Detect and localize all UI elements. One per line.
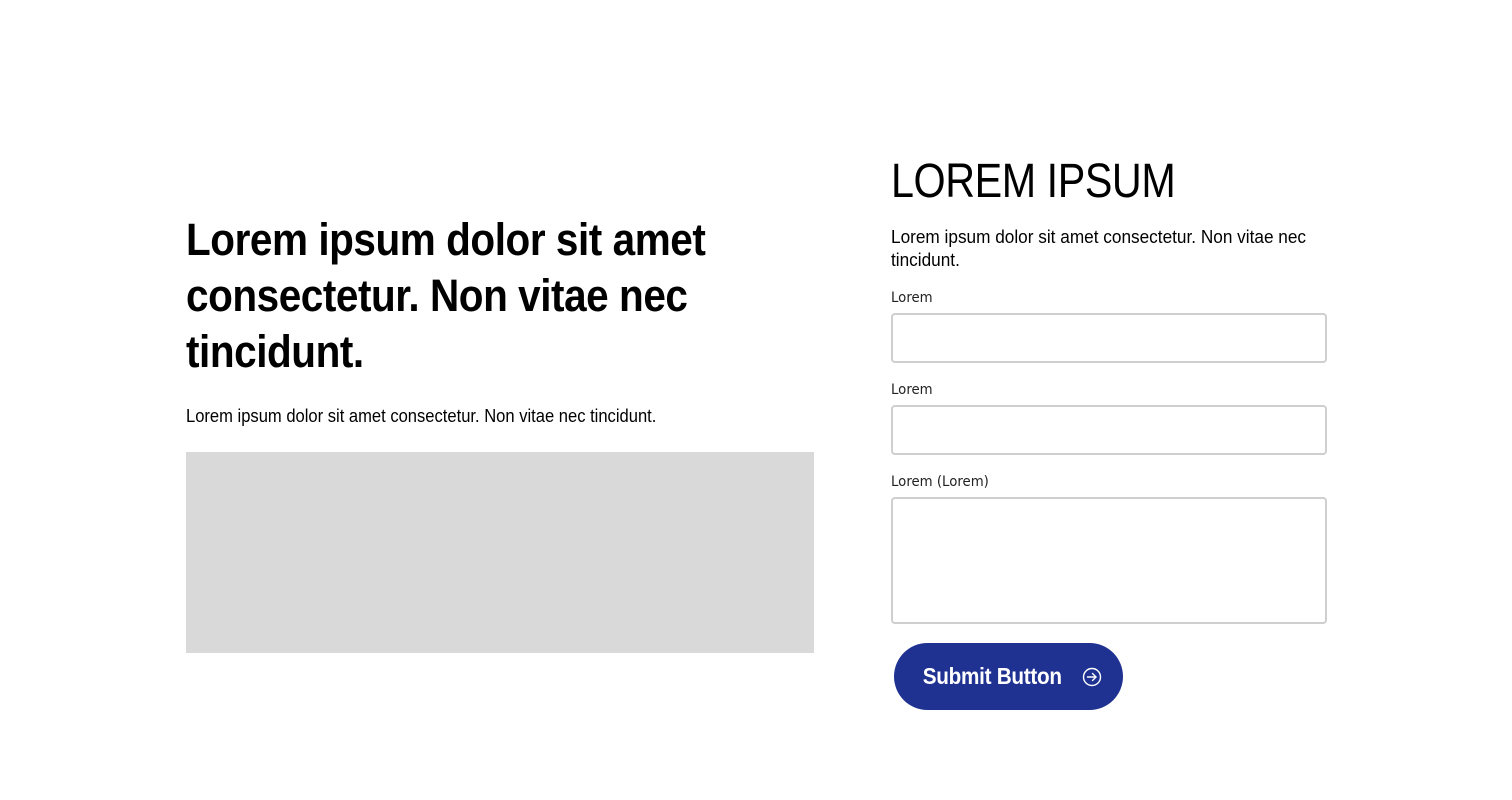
textarea-input[interactable] (891, 497, 1327, 624)
hero-text: Lorem ipsum dolor sit amet consectetur. … (186, 406, 657, 426)
text-input-2[interactable] (891, 405, 1327, 455)
submit-button-label: Submit Button (922, 663, 1063, 689)
field-label-1: Lorem (891, 290, 933, 306)
text-input-1[interactable] (891, 313, 1327, 363)
field-label-2: Lorem (891, 382, 933, 398)
image-placeholder (186, 452, 814, 653)
form-title: LOREM IPSUM (891, 155, 1176, 208)
submit-button[interactable]: Submit Button (894, 643, 1123, 710)
arrow-right-circle-icon (1082, 667, 1102, 687)
hero-heading: Lorem ipsum dolor sit amet consectetur. … (186, 214, 706, 377)
form-description: Lorem ipsum dolor sit amet consectetur. … (891, 226, 1307, 270)
field-label-3: Lorem (Lorem) (891, 474, 989, 490)
